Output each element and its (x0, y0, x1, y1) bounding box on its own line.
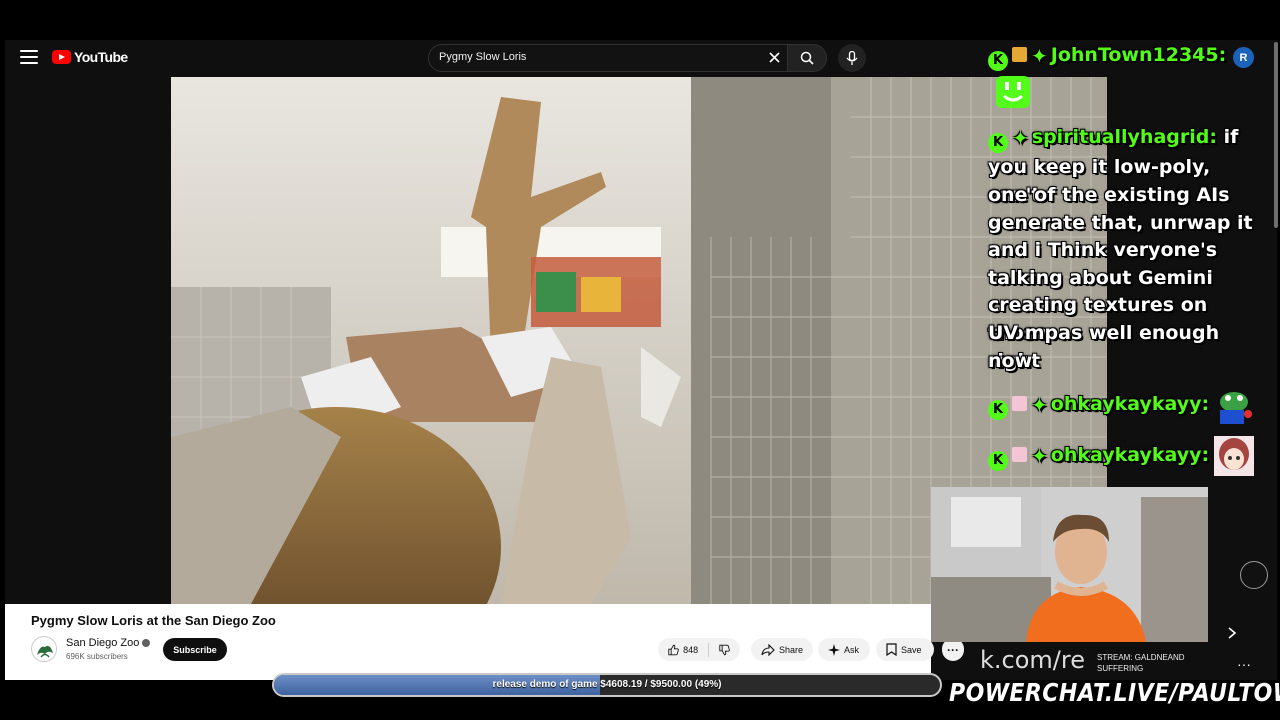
chevron-right-icon[interactable] (1225, 626, 1239, 640)
like-divider (708, 642, 709, 657)
gift-badge-icon (1012, 396, 1027, 411)
account-avatar[interactable]: R (1233, 47, 1254, 68)
gift-badge-icon (1012, 47, 1027, 62)
subscriber-count: 696K subscribers (66, 652, 128, 661)
chat-text-line: one of the existing AIs (988, 184, 1230, 206)
chat-username: JohnTown12345: (1050, 44, 1227, 66)
page-scrollbar[interactable] (1274, 42, 1278, 228)
donation-goal-text: release demo of game $4608.19 / $9500.00… (492, 679, 722, 690)
microphone-icon (846, 50, 858, 65)
kick-emote-icon (996, 76, 1030, 108)
chat-message: K ✦ ohkaykaykayy: (988, 442, 1209, 471)
gift-badge-icon (1012, 447, 1027, 462)
chat-text-line: talking about Gemini (988, 267, 1213, 289)
sparkle-badge-icon: ✦ (1031, 444, 1048, 468)
verified-icon (142, 639, 151, 647)
youtube-logo-text: YouTube (74, 49, 128, 65)
ticker-line-2: SUFFERING (1097, 664, 1144, 673)
kick-badge-icon: K (988, 133, 1008, 153)
save-button[interactable]: Save (876, 638, 934, 661)
ticker-line-1: STREAM: GALDNEAND (1097, 653, 1185, 662)
ticker-url: k.com/re (980, 648, 1085, 674)
like-dislike-group: 848 (658, 638, 740, 661)
webcam-feed (931, 487, 1208, 642)
chat-username: ohkaykaykayy: (1050, 444, 1210, 466)
more-horizontal-icon: ··· (947, 642, 959, 657)
youtube-play-icon (52, 50, 71, 64)
frog-emote-icon (1220, 392, 1252, 424)
ask-button[interactable]: Ask (818, 638, 870, 661)
ask-label: Ask (844, 644, 860, 655)
video-title: Pygmy Slow Loris at the San Diego Zoo (31, 613, 276, 628)
streamer-webcam-image (931, 487, 1208, 642)
channel-name-text[interactable]: San Diego Zoo (66, 637, 139, 649)
channel-name[interactable]: San Diego Zoo (66, 637, 151, 649)
chat-message: K ✦ JohnTown12345: (988, 42, 1226, 71)
save-label: Save (901, 644, 922, 655)
powerchat-banner: POWERCHAT.LIVE/PAULTOWN (949, 678, 1280, 707)
chat-message: K ✦ spirituallyhagrid: if (988, 124, 1238, 153)
kick-badge-icon: K (988, 451, 1008, 471)
close-icon[interactable] (768, 51, 781, 64)
channel-watermark-icon (1240, 561, 1268, 589)
search-input[interactable]: Pygmy Slow Loris (439, 51, 526, 63)
bookmark-icon (886, 643, 897, 656)
kick-badge-icon: K (988, 400, 1008, 420)
chat-text-line: now (988, 350, 1033, 372)
sparkle-badge-icon: ✦ (1012, 126, 1029, 150)
kick-badge-icon: K (988, 51, 1008, 71)
sparkle-badge-icon: ✦ (1031, 393, 1048, 417)
stream-ticker: k.com/re STREAM: GALDNEAND SUFFERING (980, 648, 1232, 680)
sparkle-icon (828, 643, 840, 656)
donation-goal-bar: release demo of game $4608.19 / $9500.00… (272, 673, 942, 697)
thumbs-up-icon[interactable] (668, 643, 679, 657)
chat-text-line: and i Think veryone's (988, 239, 1218, 261)
share-icon (761, 643, 775, 656)
chat-text: if (1223, 126, 1239, 148)
subscribe-button[interactable]: Subscribe (163, 638, 227, 661)
chat-username: ohkaykaykayy: (1050, 393, 1210, 415)
thumbs-down-icon[interactable] (719, 643, 730, 657)
sparkle-badge-icon: ✦ (1031, 44, 1048, 68)
more-horizontal-icon[interactable]: ··· (1237, 656, 1251, 672)
share-label: Share (778, 644, 803, 655)
ticker-caption: STREAM: GALDNEAND SUFFERING (1097, 652, 1185, 674)
share-button[interactable]: Share (751, 638, 813, 661)
chat-message: K ✦ ohkaykaykayy: (988, 391, 1209, 420)
chat-text-line: generate that, unrwap it (988, 212, 1253, 234)
channel-avatar[interactable] (31, 636, 57, 662)
youtube-logo[interactable]: YouTube (52, 49, 128, 65)
voice-search-button[interactable] (838, 44, 866, 72)
like-count[interactable]: 848 (683, 645, 698, 655)
chat-username: spirituallyhagrid: (1031, 126, 1217, 148)
search-icon (800, 51, 814, 65)
menu-icon[interactable] (20, 50, 38, 64)
search-button[interactable] (787, 44, 827, 72)
anime-girl-emote-icon (1214, 436, 1254, 476)
